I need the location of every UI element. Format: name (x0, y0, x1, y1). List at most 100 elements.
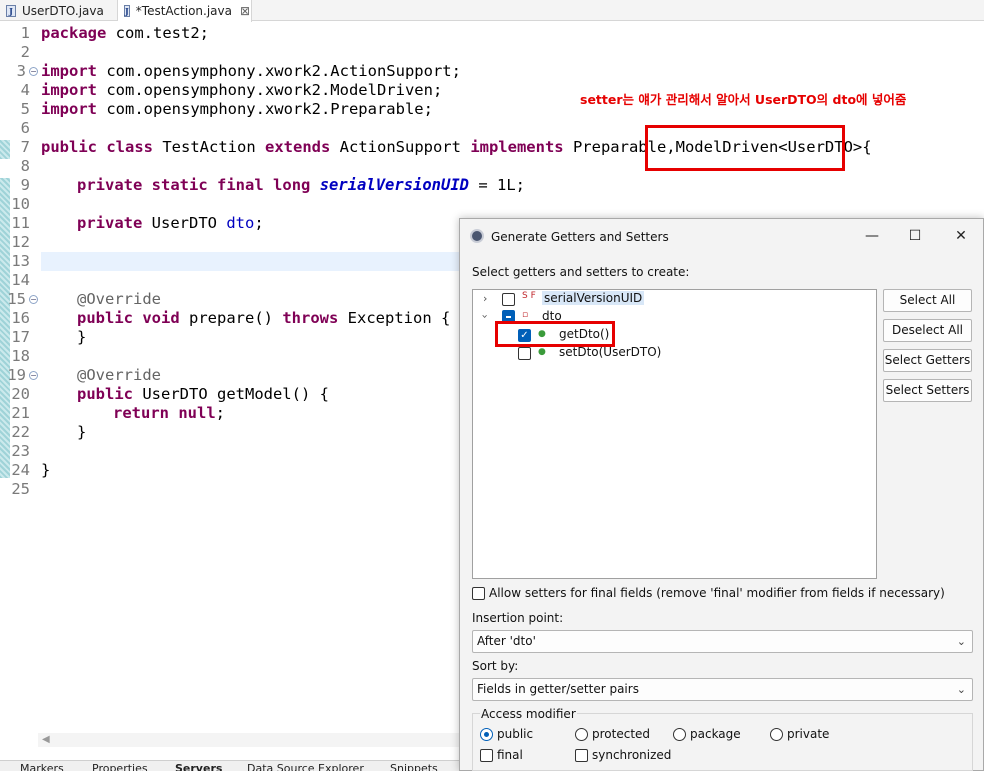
view-tab-data-source-explorer[interactable]: Data Source Explorer (247, 762, 364, 771)
dialog-title: Generate Getters and Setters (491, 230, 669, 244)
checkbox[interactable] (502, 293, 515, 306)
code-line: return null; (113, 404, 226, 422)
radio-label: public (497, 727, 534, 741)
horizontal-scrollbar[interactable]: ◀ (38, 733, 460, 747)
code-line: } (41, 461, 51, 479)
radio-package[interactable]: package (673, 727, 741, 741)
code-line: } (77, 328, 87, 346)
synchronized-checkbox[interactable]: synchronized (575, 748, 671, 762)
checkbox[interactable] (518, 347, 531, 360)
maximize-icon[interactable]: ☐ (900, 225, 930, 247)
radio-label: package (690, 727, 741, 741)
final-checkbox[interactable]: final (480, 748, 523, 762)
line-number: 4 (20, 81, 30, 99)
select-setters-button[interactable]: Select Setters (883, 379, 972, 402)
line-number: 7 (20, 138, 30, 156)
select-label: Select getters and setters to create: (472, 265, 690, 279)
radio-icon[interactable] (480, 727, 493, 741)
java-file-icon: J (124, 5, 130, 17)
editor-tab-bar: J UserDTO.java J *TestAction.java ⊠ (0, 0, 984, 22)
fold-toggle-icon[interactable]: − (29, 371, 38, 380)
line-number: 19 (7, 366, 26, 384)
sort-by-label: Sort by: (472, 659, 519, 673)
line-number: 6 (20, 119, 30, 137)
radio-icon[interactable] (575, 727, 588, 741)
checkbox[interactable] (480, 748, 493, 762)
view-tab-snippets[interactable]: Snippets (390, 762, 438, 771)
checkbox[interactable] (575, 748, 588, 762)
line-number: 20 (11, 385, 30, 403)
chevron-down-icon: ⌄ (956, 683, 966, 696)
radio-icon[interactable] (770, 727, 783, 741)
generate-getters-setters-dialog: Generate Getters and Setters — ☐ ✕ Selec… (459, 218, 984, 771)
code-line: package com.test2; (41, 24, 209, 42)
line-number: 24 (11, 461, 30, 479)
access-modifier-group (472, 713, 973, 771)
code-line: @Override (77, 290, 161, 308)
insertion-point-select[interactable]: After 'dto' ⌄ (472, 630, 973, 653)
line-number: 10 (11, 195, 30, 213)
line-number: 1 (20, 24, 30, 42)
radio-protected[interactable]: protected (575, 727, 650, 741)
line-number: 25 (11, 480, 30, 498)
line-number: 22 (11, 423, 30, 441)
code-line: import com.opensymphony.xwork2.ModelDriv… (41, 81, 443, 99)
current-line-highlight (41, 252, 461, 271)
tab-testaction-java[interactable]: J *TestAction.java ⊠ (118, 0, 252, 22)
static-final-field-icon: S F (522, 291, 536, 301)
code-line: import com.opensymphony.xwork2.Preparabl… (41, 100, 433, 118)
line-number: 12 (11, 233, 30, 251)
access-modifier-label: Access modifier (480, 707, 577, 721)
select-value: After 'dto' (477, 634, 536, 648)
view-tab-markers[interactable]: Markers (20, 762, 64, 771)
view-tab-servers[interactable]: Servers (175, 762, 222, 771)
line-number: 8 (20, 157, 30, 175)
deselect-all-button[interactable]: Deselect All (883, 319, 972, 342)
close-icon[interactable]: ✕ (946, 225, 976, 247)
chevron-right-icon[interactable]: › (483, 292, 487, 305)
select-getters-button[interactable]: Select Getters (883, 349, 972, 372)
line-number: 9 (20, 176, 30, 194)
chevron-down-icon: ⌄ (956, 635, 966, 648)
radio-private[interactable]: private (770, 727, 829, 741)
line-number: 13 (11, 252, 30, 270)
checkbox-label: synchronized (592, 748, 672, 762)
view-tab-properties[interactable]: Properties (92, 762, 148, 771)
public-method-icon: ● (538, 347, 546, 357)
checkbox-label: final (497, 748, 523, 762)
code-line: import com.opensymphony.xwork2.ActionSup… (41, 62, 461, 80)
line-number: 21 (11, 404, 30, 422)
select-value: Fields in getter/setter pairs (477, 682, 639, 696)
chevron-down-icon[interactable]: › (479, 314, 492, 318)
red-highlight-box (645, 125, 845, 171)
scroll-left-icon[interactable]: ◀ (42, 734, 50, 745)
member-tree[interactable]: › S F serialVersionUID › ▫ dto ✓ ● getDt… (472, 289, 877, 579)
fold-toggle-icon[interactable]: − (29, 295, 38, 304)
sort-by-select[interactable]: Fields in getter/setter pairs ⌄ (472, 678, 973, 701)
radio-public[interactable]: public (480, 727, 533, 741)
dialog-title-bar: Generate Getters and Setters — ☐ ✕ (460, 219, 983, 253)
close-icon[interactable]: ⊠ (240, 4, 250, 18)
minimize-icon[interactable]: — (857, 225, 887, 247)
tree-label: setDto(UserDTO) (559, 345, 662, 359)
line-number: 17 (11, 328, 30, 346)
line-number: 14 (11, 271, 30, 289)
radio-icon[interactable] (673, 727, 686, 741)
private-field-icon: ▫ (522, 310, 529, 320)
radio-label: private (787, 727, 830, 741)
tab-userdto-java[interactable]: J UserDTO.java (0, 0, 118, 21)
select-all-button[interactable]: Select All (883, 289, 972, 312)
line-number: 23 (11, 442, 30, 460)
checkbox[interactable] (472, 586, 485, 600)
java-file-icon: J (6, 4, 16, 17)
tree-row-serialversionuid[interactable]: › S F serialVersionUID (473, 290, 873, 308)
line-number: 5 (20, 100, 30, 118)
line-number: 18 (11, 347, 30, 365)
allow-final-setters-checkbox[interactable]: Allow setters for final fields (remove '… (472, 586, 945, 600)
line-number: 3 (16, 62, 26, 80)
fold-toggle-icon[interactable]: − (29, 67, 38, 76)
line-number: 16 (11, 309, 30, 327)
checkbox-label: Allow setters for final fields (remove '… (489, 586, 945, 600)
line-number: 2 (20, 43, 30, 61)
tab-label: UserDTO.java (22, 3, 104, 18)
